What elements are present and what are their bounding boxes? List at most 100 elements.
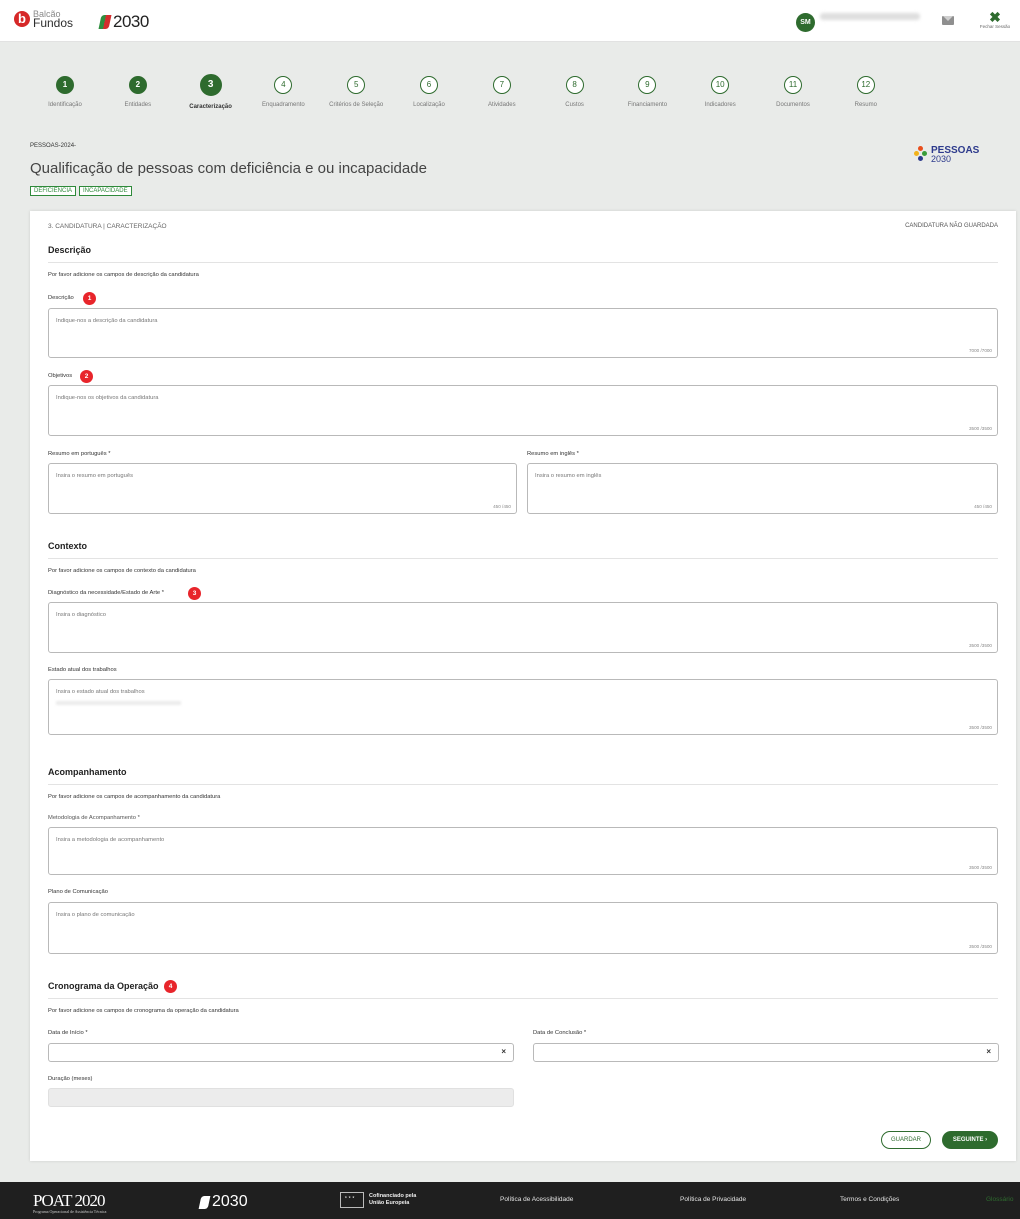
step-number: 8 (565, 76, 584, 94)
duracao-readonly-field (48, 1088, 514, 1107)
diagnostico-char-count: 3500 /3500 (969, 643, 992, 648)
step-number: 10 (711, 76, 730, 94)
step-number: 6 (420, 76, 438, 94)
footer-link-acessibilidade[interactable]: Política de Acessibilidade (500, 1196, 573, 1203)
footer-link-termos[interactable]: Termos e Condições (840, 1196, 899, 1203)
step-3[interactable]: 3 Caracterização (171, 74, 251, 110)
step-number: 11 (784, 76, 802, 94)
annotation-badge-1: 1 (83, 292, 96, 305)
estado-atual-char-count: 3500 /3500 (969, 725, 992, 730)
resumo-en-char-count: 450 /450 (974, 504, 992, 509)
estado-atual-textarea[interactable]: Insira o estado atual dos trabalhos 3500… (48, 679, 998, 735)
application-form-card: 3. CANDIDATURA | CARACTERIZAÇÃO CANDIDAT… (30, 211, 1016, 1161)
metodologia-char-count: 3500 /3500 (969, 865, 992, 870)
step-number: 3 (199, 74, 222, 96)
plano-comunicacao-label: Plano de Comunicação (48, 889, 108, 895)
section-hint-acompanhamento: Por favor adicione os campos de acompanh… (48, 794, 221, 800)
plano-comunicacao-placeholder: Insira o plano de comunicação (56, 912, 135, 918)
estado-atual-label: Estado atual dos trabalhos (48, 667, 117, 673)
step-number: 5 (347, 76, 366, 94)
footer-link-glossario[interactable]: Glossário (986, 1196, 1013, 1203)
diagnostico-label: Diagnóstico da necessidade/Estado de Art… (48, 590, 165, 596)
guardar-button[interactable]: GUARDAR (881, 1131, 931, 1149)
step-2[interactable]: 2 Entidades (98, 76, 178, 108)
step-number: 9 (638, 76, 657, 94)
divider (48, 998, 998, 999)
footer-2030-year: 2030 (212, 1193, 248, 1210)
step-label: Identificação (48, 102, 82, 108)
close-icon: ✖ (989, 9, 1001, 25)
step-label: Financiamento (627, 102, 668, 108)
step-label: Critérios de Seleção (329, 102, 384, 108)
resumo-pt-placeholder: Insira o resumo em português (56, 473, 134, 479)
pessoas-logo-line2: 2030 (931, 154, 952, 164)
resumo-pt-label: Resumo em português * (48, 451, 111, 457)
step-8[interactable]: 8 Custos (535, 76, 615, 108)
notice-code: PESSOAS-2024- (30, 143, 77, 149)
portugal-flag-icon (198, 1195, 211, 1209)
step-9[interactable]: 9 Financiamento (607, 76, 687, 108)
step-7[interactable]: 7 Atividades (462, 76, 542, 108)
step-5[interactable]: 5 Critérios de Seleção (316, 76, 396, 108)
descricao-textarea[interactable]: Indique-nos a descrição da candidatura 7… (48, 308, 998, 358)
user-avatar[interactable]: SM (796, 13, 815, 32)
resumo-en-label: Resumo em inglês * (527, 451, 579, 457)
section-title-cronograma: Cronograma da Operação (48, 981, 159, 991)
redacted-text (56, 701, 181, 705)
step-label: Caracterização (189, 104, 232, 110)
step-10[interactable]: 10 Indicadores (680, 76, 760, 108)
clear-icon[interactable]: × (501, 1047, 506, 1056)
metodologia-label: Metodologia de Acompanhamento * (48, 815, 140, 821)
step-label: Documentos (776, 102, 810, 108)
brand-b-icon: b (14, 11, 30, 27)
tag-incapacidade: INCAPACIDADE (79, 186, 132, 196)
data-conclusao-input[interactable]: × (533, 1043, 999, 1062)
data-inicio-input[interactable]: × (48, 1043, 514, 1062)
resumo-pt-char-count: 450 /450 (493, 504, 511, 509)
metodologia-textarea[interactable]: Insira a metodologia de acompanhamento 3… (48, 827, 998, 875)
portugal-2030-year: 2030 (113, 12, 149, 31)
section-title-contexto: Contexto (48, 541, 87, 551)
step-11[interactable]: 11 Documentos (753, 76, 833, 108)
footer-link-privacidade[interactable]: Política de Privacidade (680, 1196, 746, 1203)
plano-comunicacao-char-count: 3500 /3500 (969, 944, 992, 949)
section-hint-descricao: Por favor adicione os campos de descriçã… (48, 272, 199, 278)
estado-atual-placeholder: Insira o estado atual dos trabalhos (56, 689, 145, 695)
step-6[interactable]: 6 Localização (389, 76, 469, 108)
eu-cofinanced-logo: Cofinanciado pela União Europeia (340, 1192, 416, 1208)
top-bar: b Balcão Fundos 2030 SM ✖ Fechar Sessão (0, 0, 1020, 42)
step-label: Localização (413, 102, 445, 108)
descricao-char-count: 7000 /7000 (969, 348, 992, 353)
diagnostico-textarea[interactable]: Insira o diagnóstico 3500 /3500 (48, 602, 998, 653)
portugal-flag-icon (98, 15, 112, 29)
breadcrumb: 3. CANDIDATURA | CARACTERIZAÇÃO (48, 223, 167, 230)
step-12[interactable]: 12 Resumo (826, 76, 906, 108)
balcao-fundos-logo[interactable]: b Balcão Fundos (14, 10, 73, 29)
resumo-en-textarea[interactable]: Insira o resumo em inglês 450 /450 (527, 463, 998, 514)
tag-deficiencia: DEFICIÊNCIA (30, 186, 77, 196)
objetivos-label: Objetivos (48, 373, 73, 379)
objetivos-textarea[interactable]: Indique-nos os objetivos da candidatura … (48, 385, 998, 436)
plano-comunicacao-textarea[interactable]: Insira o plano de comunicação 3500 /3500 (48, 902, 998, 954)
step-1[interactable]: 1 Identificação (25, 76, 105, 108)
step-number: 12 (856, 76, 875, 94)
data-conclusao-label: Data de Conclusão * (533, 1030, 587, 1036)
clear-icon[interactable]: × (986, 1047, 991, 1056)
step-label: Custos (565, 102, 584, 108)
descricao-placeholder: Indique-nos a descrição da candidatura (56, 318, 158, 324)
seguinte-button[interactable]: SEGUINTE › (942, 1131, 998, 1149)
mail-icon[interactable] (942, 16, 954, 25)
resumo-en-placeholder: Insira o resumo em inglês (535, 473, 602, 479)
metodologia-placeholder: Insira a metodologia de acompanhamento (56, 837, 165, 843)
logout-button[interactable]: ✖ Fechar Sessão (978, 10, 1012, 29)
step-number: 7 (492, 76, 511, 94)
section-title-acompanhamento: Acompanhamento (48, 767, 127, 777)
divider (48, 262, 998, 263)
divider (48, 784, 998, 785)
resumo-pt-textarea[interactable]: Insira o resumo em português 450 /450 (48, 463, 517, 514)
annotation-badge-2: 2 (80, 370, 93, 383)
tag-list: DEFICIÊNCIA INCAPACIDADE (30, 186, 132, 196)
footer-portugal-2030-logo: 2030 (198, 1193, 248, 1211)
eu-line1: Cofinanciado pela (369, 1193, 417, 1199)
step-4[interactable]: 4 Enquadramento (243, 76, 323, 108)
